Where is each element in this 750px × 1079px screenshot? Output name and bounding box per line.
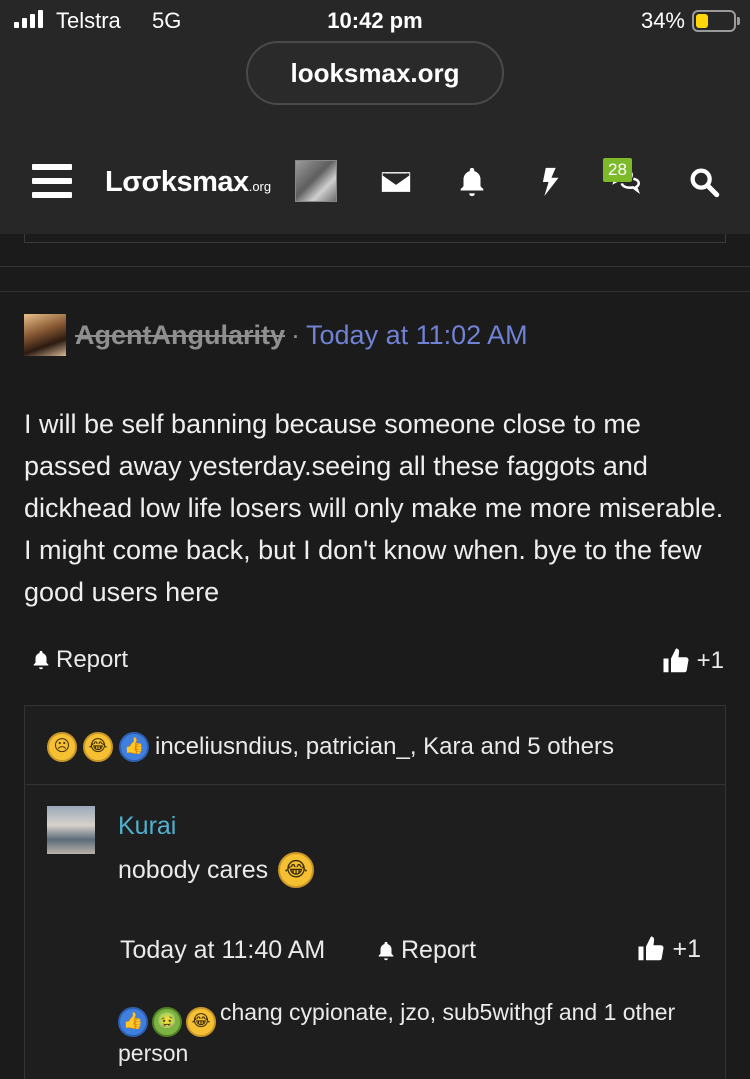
- report-label: Report: [56, 646, 129, 673]
- like-emoji-icon: 👍: [118, 1007, 148, 1037]
- site-logo[interactable]: Lσσksmax.org: [105, 166, 271, 199]
- comment-report-button[interactable]: Report: [375, 936, 476, 965]
- bell-icon: [378, 941, 394, 960]
- status-bar: Telstra 5G 10:42 pm 34%: [0, 0, 750, 40]
- bolt-icon[interactable]: [530, 162, 570, 202]
- crying-laughing-emoji-icon: 😂: [83, 732, 113, 762]
- post-body: I will be self banning because someone c…: [24, 409, 724, 607]
- comment-report-label: Report: [401, 936, 477, 964]
- divider: [0, 266, 750, 267]
- thumbs-up-icon: [663, 648, 689, 673]
- bell-icon: [33, 650, 49, 670]
- post-actions: Report +1: [30, 646, 724, 680]
- comment-like-button[interactable]: +1: [636, 934, 701, 964]
- report-button[interactable]: Report: [30, 646, 128, 674]
- sad-emoji-icon: ☹: [47, 732, 77, 762]
- like-emoji-icon: 👍: [119, 732, 149, 762]
- post-author[interactable]: AgentAngularity: [75, 320, 285, 350]
- comment-time[interactable]: Today at 11:40 AM: [120, 936, 325, 965]
- like-label: +1: [696, 647, 724, 674]
- sick-emoji-icon: 🤢: [152, 1007, 182, 1037]
- comment-reactions-summary[interactable]: 👍 🤢 😂 chang cypionate, jzo, sub5withgf and …: [118, 996, 678, 1069]
- comment-author[interactable]: Kurai: [118, 812, 176, 841]
- meta-separator: ·: [291, 320, 301, 350]
- reactions-box: ☹ 😂 👍 inceliusndius, patrician_, Kara an…: [24, 705, 726, 1079]
- poster-avatar[interactable]: [24, 314, 66, 356]
- reactions-summary[interactable]: ☹ 😂 👍 inceliusndius, patrician_, Kara an…: [47, 732, 614, 762]
- envelope-icon[interactable]: [376, 162, 416, 202]
- logo-suffix: .org: [248, 179, 272, 194]
- divider: [0, 291, 750, 292]
- logo-text: Lσσksmax: [105, 166, 249, 198]
- search-icon[interactable]: [684, 162, 724, 202]
- user-avatar[interactable]: [295, 160, 337, 202]
- menu-icon[interactable]: [32, 164, 72, 198]
- crying-laughing-emoji-icon: 😂: [278, 852, 315, 888]
- status-time: 10:42 pm: [327, 8, 423, 33]
- post-meta: AgentAngularity · Today at 11:02 AM: [75, 320, 528, 351]
- battery-fill: [696, 14, 709, 28]
- site-nav: Lσσksmax.org 28: [0, 128, 750, 234]
- browser-chrome: Telstra 5G 10:42 pm 34% looksmax.org: [0, 0, 750, 128]
- battery-percent: 34%: [640, 8, 685, 33]
- divider: [25, 784, 725, 785]
- reactions-text: inceliusndius, patrician_, Kara and 5 ot…: [155, 733, 614, 760]
- post-time[interactable]: Today at 11:02 AM: [306, 320, 528, 350]
- url-bar[interactable]: looksmax.org: [246, 41, 504, 105]
- comment-avatar[interactable]: [47, 806, 95, 854]
- comment-like-label: +1: [672, 934, 701, 963]
- crying-laughing-emoji-icon: 😂: [186, 1007, 216, 1037]
- previous-post-edge: [24, 234, 726, 243]
- like-button[interactable]: +1: [661, 646, 724, 676]
- thumbs-up-icon: [638, 936, 664, 961]
- comment-body: nobody cares 😂: [118, 852, 315, 888]
- comment-text: nobody cares: [118, 855, 269, 884]
- conversations-badge: 28: [603, 158, 632, 182]
- bell-icon[interactable]: [452, 162, 492, 202]
- battery-icon: [692, 10, 740, 32]
